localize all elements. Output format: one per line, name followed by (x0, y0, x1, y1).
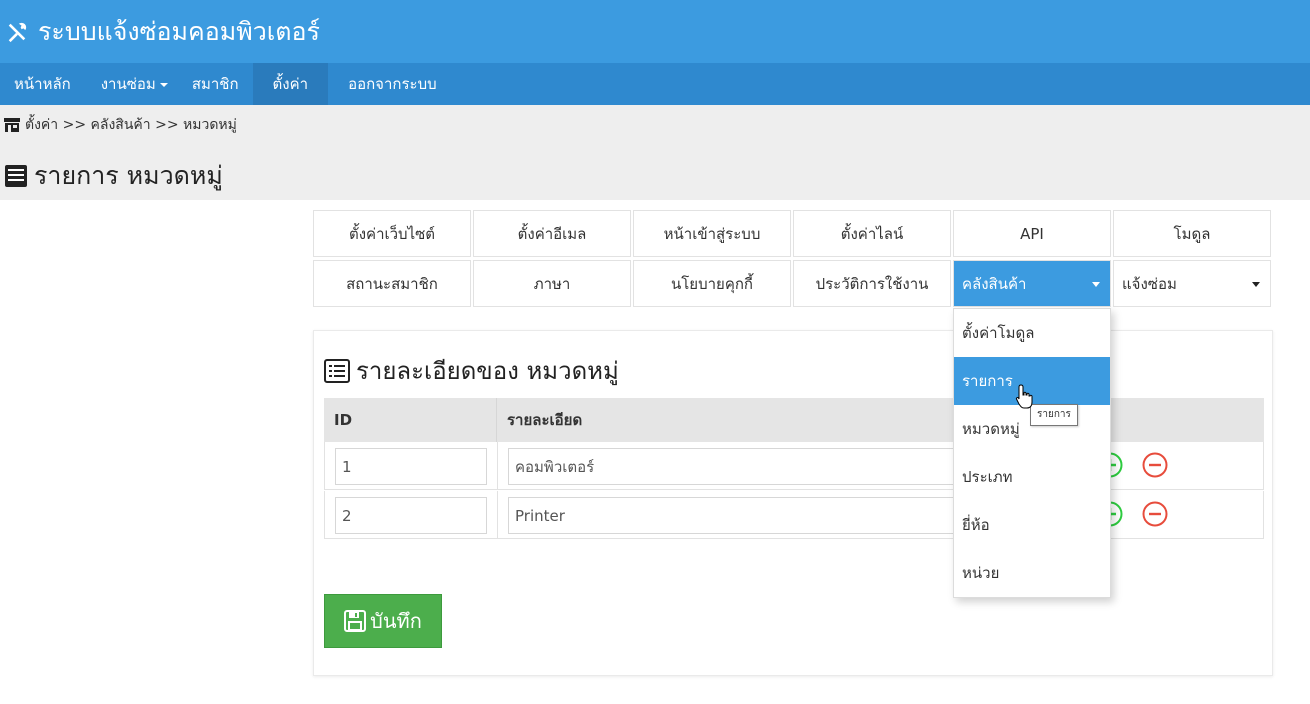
menu-item-label: ตั้งค่าโมดูล (962, 324, 1035, 342)
main-navbar: หน้าหลัก งานซ่อม สมาชิก ตั้งค่า ออกจากระ… (0, 63, 1310, 105)
cell-divider (497, 491, 498, 539)
detail-list-icon (324, 358, 350, 383)
nav-home[interactable]: หน้าหลัก (0, 63, 85, 105)
column-header-id: ID (324, 398, 497, 442)
panel-title-text: รายละเอียดของ หมวดหมู่ (356, 357, 619, 385)
breadcrumb-text[interactable]: ตั้งค่า >> คลังสินค้า >> หมวดหมู่ (25, 114, 237, 136)
tab-website-settings[interactable]: ตั้งค่าเว็บไซต์ (313, 210, 471, 257)
detail-input[interactable] (508, 497, 958, 534)
tools-icon (8, 22, 27, 42)
menu-item-type[interactable]: ประเภท (954, 453, 1110, 501)
tab-label: โมดูล (1173, 224, 1211, 243)
nav-settings[interactable]: ตั้งค่า (252, 63, 329, 105)
nav-repair-label: งานซ่อม (100, 75, 156, 93)
tab-label: ประวัติการใช้งาน (815, 274, 929, 293)
list-icon (5, 165, 27, 187)
detail-input[interactable] (508, 448, 958, 485)
tab-label: นโยบายคุกกี้ (670, 274, 754, 293)
nav-repair[interactable]: งานซ่อม (85, 63, 182, 105)
tab-email-settings[interactable]: ตั้งค่าอีเมล (473, 210, 631, 257)
nav-home-label: หน้าหลัก (14, 75, 71, 93)
store-icon (4, 118, 20, 132)
nav-settings-label: ตั้งค่า (272, 75, 309, 93)
tab-login-page[interactable]: หน้าเข้าสู่ระบบ (633, 210, 791, 257)
tab-label: ภาษา (533, 274, 571, 293)
nav-members[interactable]: สมาชิก (182, 63, 253, 105)
table-row (324, 442, 1264, 490)
chevron-down-icon (159, 82, 168, 87)
cell-divider (497, 442, 498, 490)
tab-label: ตั้งค่าเว็บไซต์ (348, 224, 436, 243)
menu-item-label: หน่วย (962, 564, 1000, 582)
save-button-label: บันทึก (370, 609, 422, 633)
page-title-text: รายการ หมวดหมู่ (34, 161, 223, 190)
tab-member-status[interactable]: สถานะสมาชิก (313, 260, 471, 307)
tab-label: แจ้งซ่อม (1122, 274, 1177, 293)
chevron-down-icon (1252, 282, 1260, 287)
breadcrumb: ตั้งค่า >> คลังสินค้า >> หมวดหมู่ (4, 114, 237, 136)
tab-inventory[interactable]: คลังสินค้า (953, 260, 1111, 307)
tab-language[interactable]: ภาษา (473, 260, 631, 307)
nav-logout[interactable]: ออกจากระบบ (328, 63, 451, 105)
tab-label: สถานะสมาชิก (346, 274, 438, 293)
tooltip: รายการ (1030, 404, 1078, 426)
menu-item-label: รายการ (962, 372, 1013, 390)
menu-item-label: ยี่ห้อ (962, 516, 990, 534)
menu-item-label: หมวดหมู่ (962, 420, 1020, 438)
tab-modules[interactable]: โมดูล (1113, 210, 1271, 257)
menu-item-label: ประเภท (962, 468, 1013, 486)
tab-label: API (1020, 224, 1044, 243)
tab-label: หน้าเข้าสู่ระบบ (663, 224, 761, 243)
table-row (324, 491, 1264, 539)
tab-usage-history[interactable]: ประวัติการใช้งาน (793, 260, 951, 307)
tab-cookie-policy[interactable]: นโยบายคุกกี้ (633, 260, 791, 307)
tab-label: คลังสินค้า (962, 274, 1027, 293)
category-detail-panel: รายละเอียดของ หมวดหมู่ ID รายละเอียด 1 ค… (313, 330, 1273, 676)
menu-item-brand[interactable]: ยี่ห้อ (954, 501, 1110, 549)
hand-cursor-icon (1015, 384, 1033, 409)
table-header: ID รายละเอียด (324, 398, 1264, 442)
nav-logout-label: ออกจากระบบ (348, 75, 437, 93)
tab-repair-select[interactable]: แจ้งซ่อม (1113, 260, 1271, 307)
menu-item-module-settings[interactable]: ตั้งค่าโมดูล (954, 309, 1110, 357)
chevron-down-icon (1092, 282, 1100, 287)
tab-label: ตั้งค่าไลน์ (840, 224, 904, 243)
save-button[interactable]: บันทึก (324, 594, 442, 648)
floppy-disk-icon (344, 610, 367, 632)
app-header: ระบบแจ้งซ่อมคอมพิวเตอร์ (0, 0, 1310, 63)
remove-row-icon[interactable] (1142, 501, 1168, 527)
page-title: รายการ หมวดหมู่ (4, 156, 223, 196)
column-header-detail: รายละเอียด (507, 411, 583, 429)
id-input[interactable] (335, 448, 487, 485)
panel-title: รายละเอียดของ หมวดหมู่ (324, 351, 619, 390)
inventory-dropdown-menu: ตั้งค่าโมดูล รายการ หมวดหมู่ ประเภท ยี่ห… (953, 308, 1111, 598)
tab-label: ตั้งค่าอีเมล (517, 224, 587, 243)
tab-api[interactable]: API (953, 210, 1111, 257)
tab-line-settings[interactable]: ตั้งค่าไลน์ (793, 210, 951, 257)
remove-row-icon[interactable] (1142, 452, 1168, 478)
menu-item-unit[interactable]: หน่วย (954, 549, 1110, 597)
nav-members-label: สมาชิก (191, 75, 239, 93)
id-input[interactable] (335, 497, 487, 534)
app-title[interactable]: ระบบแจ้งซ่อมคอมพิวเตอร์ (38, 12, 320, 52)
